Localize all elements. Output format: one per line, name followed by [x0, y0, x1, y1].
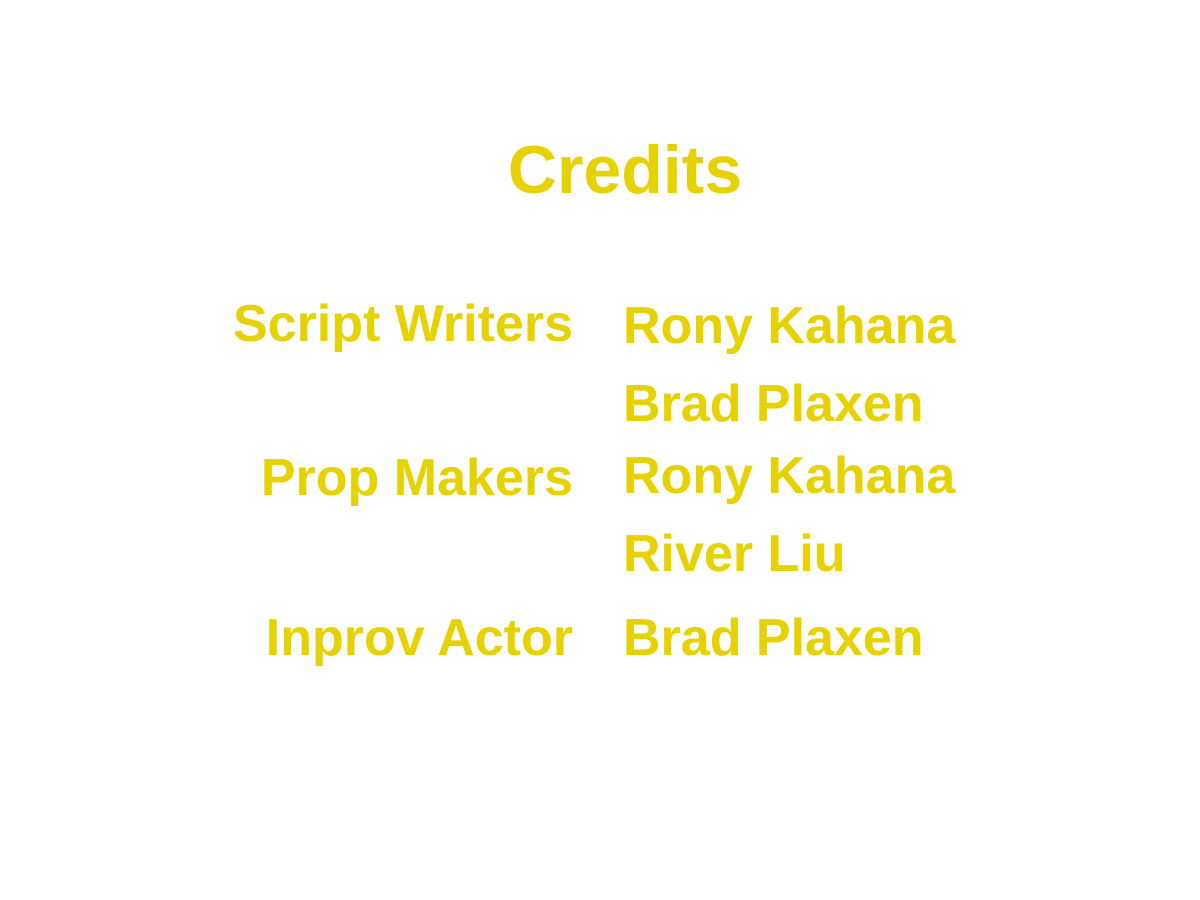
credit-role-prop-makers: Prop Makers — [260, 449, 573, 507]
credit-name: Rony Kahana — [623, 297, 956, 355]
credit-role-inprov-actor: Inprov Actor — [265, 609, 573, 667]
credit-name: Brad Plaxen — [623, 609, 924, 667]
credit-role-script-writers: Script Writers — [232, 295, 573, 353]
credit-name: Brad Plaxen — [623, 375, 924, 433]
credit-name: River Liu — [623, 525, 846, 583]
credit-name: Rony Kahana — [623, 447, 956, 505]
slide-title: Credits — [507, 132, 743, 208]
credits-slide: Credits Script Writers Rony Kahana Brad … — [0, 0, 1200, 900]
